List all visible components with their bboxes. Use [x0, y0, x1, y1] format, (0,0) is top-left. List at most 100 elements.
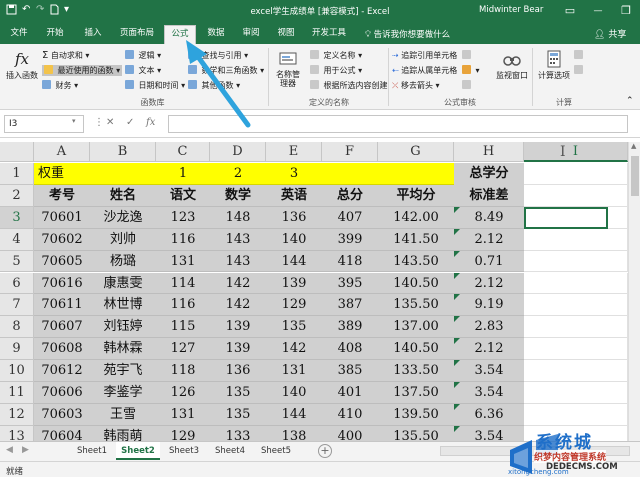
tab-developer[interactable]: 开发工具 [308, 25, 350, 44]
data-cell[interactable]: 139 [210, 338, 266, 360]
math-button[interactable]: 数学和三角函数 ▾ [188, 65, 264, 76]
data-cell[interactable]: 苑宇飞 [90, 360, 156, 382]
financial-button[interactable]: 财务 ▾ [42, 80, 78, 91]
row-header-8[interactable]: 8 [0, 316, 34, 339]
data-cell[interactable]: 韩雨萌 [90, 426, 156, 441]
tab-page-layout[interactable]: 页面布局 [116, 25, 158, 44]
data-cell[interactable]: 148 [210, 207, 266, 229]
data-cell[interactable]: 127 [156, 338, 210, 360]
total-credits-cell[interactable]: 总学分 [454, 163, 524, 185]
tab-home[interactable]: 开始 [42, 25, 68, 44]
weight-math-cell[interactable]: 2 [210, 163, 266, 185]
ribbon-display-icon[interactable]: ▭ [556, 2, 584, 20]
data-cell[interactable]: 123 [156, 207, 210, 229]
data-cell[interactable]: 8.49 [454, 207, 524, 229]
selected-cell[interactable] [524, 206, 608, 229]
error-checking-icon[interactable]: ▾ [462, 65, 480, 75]
data-cell[interactable]: 129 [266, 294, 322, 316]
data-cell[interactable]: 70611 [34, 294, 90, 316]
data-cell[interactable]: 144 [266, 251, 322, 273]
empty-cell[interactable] [524, 382, 628, 404]
data-cell[interactable]: 143 [210, 251, 266, 273]
sheet-tab-4[interactable]: Sheet4 [208, 442, 252, 460]
empty-cell[interactable] [524, 250, 628, 273]
data-cell[interactable]: 70608 [34, 338, 90, 360]
data-cell[interactable]: 407 [322, 207, 378, 229]
weight-chinese-cell[interactable]: 1 [156, 163, 210, 185]
row-header-10[interactable]: 10 [0, 360, 34, 382]
tab-insert[interactable]: 插入 [80, 25, 106, 44]
row-header-4[interactable]: 4 [0, 228, 34, 251]
more-functions-button[interactable]: 其他函数 ▾ [188, 80, 240, 91]
data-cell[interactable]: 115 [156, 316, 210, 338]
data-cell[interactable]: 韩林霖 [90, 338, 156, 360]
data-cell[interactable]: 418 [322, 251, 378, 273]
data-cell[interactable]: 137.50 [378, 382, 454, 404]
data-cell[interactable]: 138 [266, 426, 322, 441]
data-cell[interactable]: 401 [322, 382, 378, 404]
row-header-1[interactable]: 1 [0, 163, 34, 185]
data-cell[interactable]: 131 [156, 404, 210, 426]
data-cell[interactable]: 刘帅 [90, 229, 156, 251]
data-cell[interactable]: 140.50 [378, 338, 454, 360]
data-cell[interactable]: 李鉴学 [90, 382, 156, 404]
evaluate-formula-icon[interactable] [462, 80, 473, 90]
scroll-left-icon[interactable]: ◀ [6, 445, 13, 455]
column-header-c[interactable]: C [156, 142, 210, 162]
column-title-cell[interactable]: 考号 [34, 185, 90, 207]
create-from-selection-button[interactable]: 根据所选内容创建 [310, 80, 388, 91]
collapse-ribbon-icon[interactable]: ⌃ [626, 96, 634, 106]
data-cell[interactable]: 9.19 [454, 294, 524, 316]
data-cell[interactable]: 135 [210, 382, 266, 404]
data-cell[interactable]: 142 [210, 294, 266, 316]
data-cell[interactable]: 126 [156, 382, 210, 404]
tab-file[interactable]: 文件 [6, 25, 32, 44]
empty-cell[interactable] [524, 294, 628, 317]
formula-input[interactable] [168, 115, 628, 133]
tell-me-box[interactable]: 💡︎ 告诉我你想要做什么 [365, 28, 450, 40]
data-cell[interactable]: 142 [266, 338, 322, 360]
data-cell[interactable]: 129 [156, 426, 210, 441]
use-in-formula-button[interactable]: 用于公式 ▾ [310, 65, 362, 76]
insert-function-button[interactable]: fx 插入函数 [4, 50, 40, 81]
data-cell[interactable]: 70612 [34, 360, 90, 382]
data-cell[interactable]: 70602 [34, 229, 90, 251]
row-header-7[interactable]: 7 [0, 294, 34, 317]
watch-window-button[interactable]: 监视窗口 [493, 50, 531, 81]
add-sheet-icon[interactable]: + [318, 444, 332, 458]
tab-review[interactable]: 审阅 [238, 25, 264, 44]
calculation-options-button[interactable]: 计算选项 [535, 50, 573, 81]
trace-dependents-button[interactable]: ⇠ 追踪从属单元格 [392, 65, 457, 76]
column-header-i[interactable]: I [524, 142, 628, 162]
restore-button[interactable]: ❐ [612, 2, 640, 20]
data-cell[interactable]: 70603 [34, 404, 90, 426]
empty-cell[interactable] [524, 272, 628, 295]
data-cell[interactable]: 70616 [34, 273, 90, 295]
vertical-scrollbar[interactable]: ▲ [628, 142, 640, 441]
data-cell[interactable]: 康惠雯 [90, 273, 156, 295]
data-cell[interactable]: 135 [210, 404, 266, 426]
column-header-e[interactable]: E [266, 142, 322, 162]
user-name[interactable]: Midwinter Bear [479, 5, 543, 15]
calculate-now-icon[interactable] [574, 50, 585, 60]
logical-button[interactable]: 逻辑 ▾ [125, 50, 161, 61]
share-button[interactable]: 👤︎ 共享 [594, 27, 626, 40]
data-cell[interactable]: 137.00 [378, 316, 454, 338]
lookup-button[interactable]: 查找与引用 ▾ [188, 50, 248, 61]
data-cell[interactable]: 135.50 [378, 294, 454, 316]
weight-english-cell[interactable]: 3 [266, 163, 322, 185]
data-cell[interactable]: 118 [156, 360, 210, 382]
data-cell[interactable]: 142.00 [378, 207, 454, 229]
data-cell[interactable]: 2.12 [454, 338, 524, 360]
scroll-up-icon[interactable]: ▲ [631, 142, 636, 150]
data-cell[interactable]: 3.54 [454, 360, 524, 382]
column-title-cell[interactable]: 标准差 [454, 185, 524, 207]
data-cell[interactable]: 6.36 [454, 404, 524, 426]
define-name-button[interactable]: 定义名称 ▾ [310, 50, 362, 61]
scroll-right-icon[interactable]: ▶ [22, 445, 29, 455]
tab-formulas[interactable]: 公式 [164, 25, 196, 44]
row-header-12[interactable]: 12 [0, 403, 34, 426]
calculate-sheet-icon[interactable] [574, 65, 585, 75]
data-cell[interactable]: 139.50 [378, 404, 454, 426]
show-formulas-icon[interactable] [462, 50, 473, 60]
